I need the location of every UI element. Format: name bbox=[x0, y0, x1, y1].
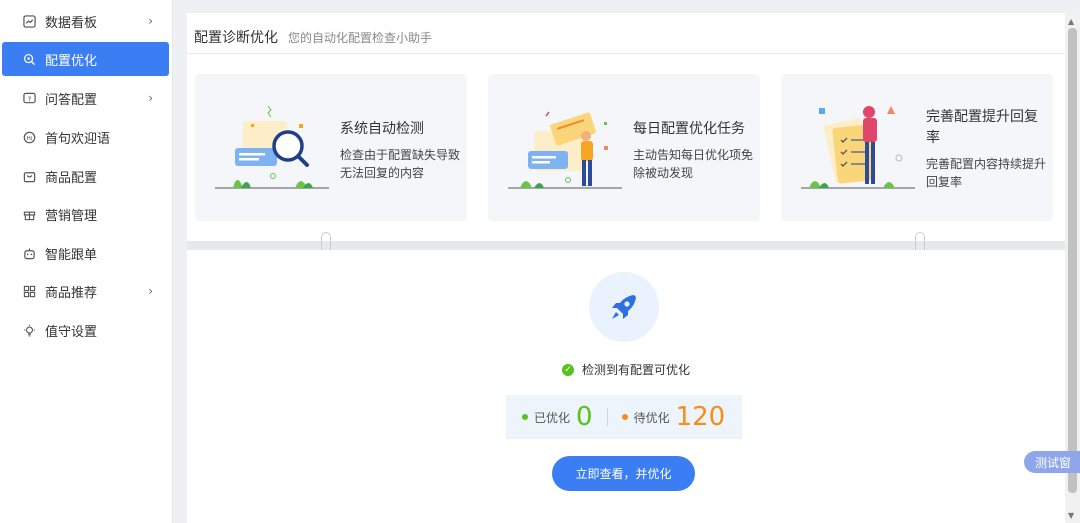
optimized-stat: 已优化 0 bbox=[522, 402, 593, 432]
status-text: 检测到有配置可优化 bbox=[581, 363, 690, 377]
scroll-up-icon[interactable]: ▲ bbox=[1068, 17, 1074, 26]
orange-dot-icon bbox=[621, 414, 628, 420]
card-text: 每日配置优化任务 主动告知每日优化项免除被动发现 bbox=[633, 119, 755, 182]
sidebar-item-label: 配置优化 bbox=[45, 53, 98, 69]
optimized-count: 0 bbox=[576, 402, 593, 432]
sidebar-item-label: 商品推荐 bbox=[45, 285, 98, 301]
chevron-right-icon: › bbox=[148, 91, 153, 105]
sidebar-item-recommend[interactable]: 商品推荐 › bbox=[2, 274, 169, 308]
pending-count: 120 bbox=[675, 402, 726, 432]
card-description: 完善配置内容持续提升回复率 bbox=[926, 157, 1047, 189]
robot-icon bbox=[22, 246, 36, 260]
test-window-button[interactable]: 测试窗 bbox=[1024, 451, 1080, 473]
sidebar-item-products[interactable]: 商品配置 bbox=[2, 159, 169, 193]
sidebar-item-label: 营销管理 bbox=[45, 208, 98, 224]
sidebar-item-label: 问答配置 bbox=[45, 92, 98, 108]
card-text: 完善配置提升回复率 完善配置内容持续提升回复率 bbox=[926, 107, 1048, 191]
svg-text:?: ? bbox=[27, 94, 31, 103]
rocket-icon bbox=[589, 272, 659, 342]
pending-label: 待优化 bbox=[633, 410, 670, 425]
feature-card: 系统自动检测 检查由于配置缺失导致无法回复的内容 bbox=[195, 74, 467, 221]
check-circle-icon: ✓ bbox=[561, 363, 574, 376]
chevron-right-icon: › bbox=[148, 284, 153, 298]
scrollbar[interactable]: ▲ ▼ bbox=[1065, 13, 1080, 523]
optimized-label: 已优化 bbox=[534, 410, 571, 425]
card-description: 主动告知每日优化项免除被动发现 bbox=[633, 148, 754, 180]
optimize-stats: 已优化 0 待优化 120 bbox=[506, 395, 742, 439]
scroll-down-icon[interactable]: ▼ bbox=[1068, 511, 1074, 520]
svg-text:Hi: Hi bbox=[26, 135, 32, 141]
scrollbar-thumb[interactable] bbox=[1068, 28, 1077, 493]
page-subtitle: 您的自动化配置检查小助手 bbox=[288, 31, 433, 45]
green-dot-icon bbox=[522, 414, 528, 420]
grid-icon bbox=[22, 284, 36, 298]
feature-card: 完善配置提升回复率 完善配置内容持续提升回复率 bbox=[781, 74, 1053, 221]
sidebar-item-label: 商品配置 bbox=[45, 170, 98, 186]
card-title: 每日配置优化任务 bbox=[633, 121, 745, 137]
sidebar-item-config-optimize[interactable]: 配置优化 bbox=[2, 42, 169, 76]
sidebar-item-label: 值守设置 bbox=[45, 324, 98, 340]
card-title: 完善配置提升回复率 bbox=[926, 109, 1038, 146]
page-header: 配置诊断优化 您的自动化配置检查小助手 bbox=[187, 13, 1065, 54]
welcome-icon: Hi bbox=[22, 130, 36, 144]
sidebar-item-label: 数据看板 bbox=[45, 15, 98, 31]
sidebar-item-qa[interactable]: ? 问答配置 › bbox=[2, 81, 169, 115]
sidebar-item-dashboard[interactable]: 数据看板 › bbox=[2, 4, 169, 38]
sidebar-item-label: 智能跟单 bbox=[45, 247, 98, 263]
feature-cards: 系统自动检测 检查由于配置缺失导致无法回复的内容 每日配置优化任务 主动告知每日… bbox=[187, 55, 1065, 241]
gift-icon bbox=[22, 207, 36, 221]
section-divider bbox=[187, 241, 1065, 250]
diagnosis-result: ✓ 检测到有配置可优化 已优化 0 待优化 120 立即查看，并优化 bbox=[187, 250, 1065, 523]
task-illustration bbox=[508, 111, 622, 189]
bulb-icon bbox=[22, 323, 36, 337]
status-message: ✓ 检测到有配置可优化 bbox=[187, 361, 1065, 378]
feature-card: 每日配置优化任务 主动告知每日优化项免除被动发现 bbox=[488, 74, 760, 221]
card-title: 系统自动检测 bbox=[340, 121, 424, 137]
bag-icon bbox=[22, 169, 36, 183]
sidebar-item-duty[interactable]: 值守设置 bbox=[2, 313, 169, 347]
sidebar-item-marketing[interactable]: 营销管理 bbox=[2, 197, 169, 231]
card-text: 系统自动检测 检查由于配置缺失导致无法回复的内容 bbox=[340, 119, 462, 182]
sidebar: 数据看板 › 配置优化 ? 问答配置 › Hi 首句欢迎语 商品配置 营销管理 … bbox=[0, 0, 173, 523]
page-title: 配置诊断优化 bbox=[194, 30, 278, 46]
view-and-optimize-button[interactable]: 立即查看，并优化 bbox=[552, 456, 695, 491]
chevron-right-icon: › bbox=[148, 14, 153, 28]
chart-icon bbox=[22, 14, 36, 28]
magnifier-illustration bbox=[215, 105, 329, 189]
stats-separator bbox=[606, 408, 608, 426]
main-panel: 配置诊断优化 您的自动化配置检查小助手 系统自动检测 检查由于配置缺失导致无法回… bbox=[187, 13, 1065, 523]
search-settings-icon bbox=[22, 52, 36, 66]
question-icon: ? bbox=[22, 91, 36, 105]
sidebar-item-followup[interactable]: 智能跟单 bbox=[2, 236, 169, 270]
pending-stat: 待优化 120 bbox=[621, 402, 726, 432]
sidebar-item-welcome[interactable]: Hi 首句欢迎语 bbox=[2, 120, 169, 154]
checklist-illustration bbox=[801, 106, 915, 189]
sidebar-item-label: 首句欢迎语 bbox=[45, 131, 111, 147]
card-description: 检查由于配置缺失导致无法回复的内容 bbox=[340, 148, 461, 180]
